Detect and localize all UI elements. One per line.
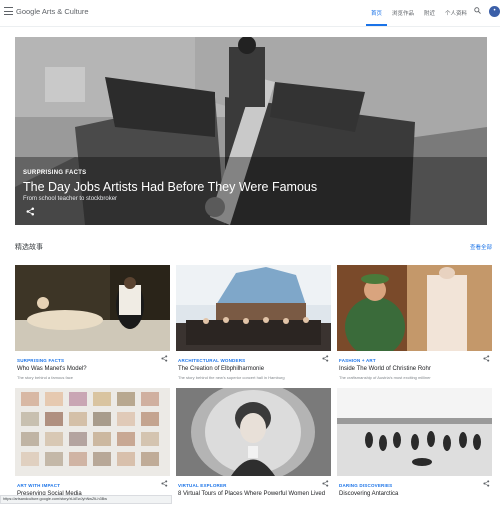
nav-item-explore[interactable]: 浏览作品 [387,0,419,26]
nav-item-profile[interactable]: 个人资料 [440,0,472,26]
story-title[interactable]: 8 Virtual Tours of Places Where Powerful… [178,491,325,497]
story-category: SURPRISING FACTS [17,358,65,363]
story-card[interactable]: DARING DISCOVERIES Discovering Antarctic… [337,388,492,497]
story-thumbnail [337,388,492,476]
story-category: ART WITH IMPACT [17,483,61,488]
story-thumbnail [15,265,170,351]
avatar[interactable]: • [489,6,500,17]
story-category: ARCHITECTURAL WONDERS [178,358,246,363]
story-thumbnail [337,265,492,351]
story-card[interactable]: ARCHITECTURAL WONDERS The Creation of El… [176,265,331,380]
story-thumbnail [15,388,170,476]
hero-category: SURPRISING FACTS [23,170,87,176]
story-title[interactable]: Inside The World of Christine Rohr [339,366,431,372]
section-title: 精选故事 [15,244,43,251]
story-card[interactable]: ART WITH IMPACT Preserving Social Media [15,388,170,497]
story-card[interactable]: VIRTUAL EXPLORER 8 Virtual Tours of Plac… [176,388,331,497]
menu-icon[interactable] [4,7,13,15]
hero-subtitle: From school teacher to stockbroker [23,196,118,202]
link-status-bar: https://artsandculture.google.com/story/… [0,495,172,504]
share-icon[interactable] [322,480,329,487]
story-card[interactable]: FASHION + ART Inside The World of Christ… [337,265,492,380]
story-title[interactable]: Who Was Manet's Model? [17,366,87,372]
see-all-link[interactable]: 查看全部 [470,243,492,251]
story-description: The story behind the new's superior conc… [178,375,285,380]
app-logo[interactable]: Google Arts & Culture [16,7,89,16]
share-icon[interactable] [161,355,168,362]
story-thumbnail [176,388,331,476]
story-category: VIRTUAL EXPLORER [178,483,227,488]
story-thumbnail [176,265,331,351]
share-icon[interactable] [322,355,329,362]
nav-item-nearby[interactable]: 附近 [419,0,440,26]
story-card[interactable]: SURPRISING FACTS Who Was Manet's Model? … [15,265,170,380]
share-icon[interactable] [161,480,168,487]
story-description: The craftsmanship of Austria's most exci… [339,375,431,380]
share-icon[interactable] [483,355,490,362]
main-nav: 首页 浏览作品 附近 个人资料 [366,0,472,26]
story-category: DARING DISCOVERIES [339,483,393,488]
share-icon[interactable] [26,207,35,216]
story-title[interactable]: Discovering Antarctica [339,491,398,497]
top-bar: Google Arts & Culture 首页 浏览作品 附近 个人资料 • [0,0,500,27]
hero-title[interactable]: The Day Jobs Artists Had Before They Wer… [23,180,317,194]
story-category: FASHION + ART [339,358,376,363]
story-description: The story behind a famous face [17,375,74,380]
search-icon[interactable] [474,7,481,14]
nav-item-home[interactable]: 首页 [366,0,388,26]
share-icon[interactable] [483,480,490,487]
story-title[interactable]: The Creation of Elbphilharmonie [178,366,264,372]
